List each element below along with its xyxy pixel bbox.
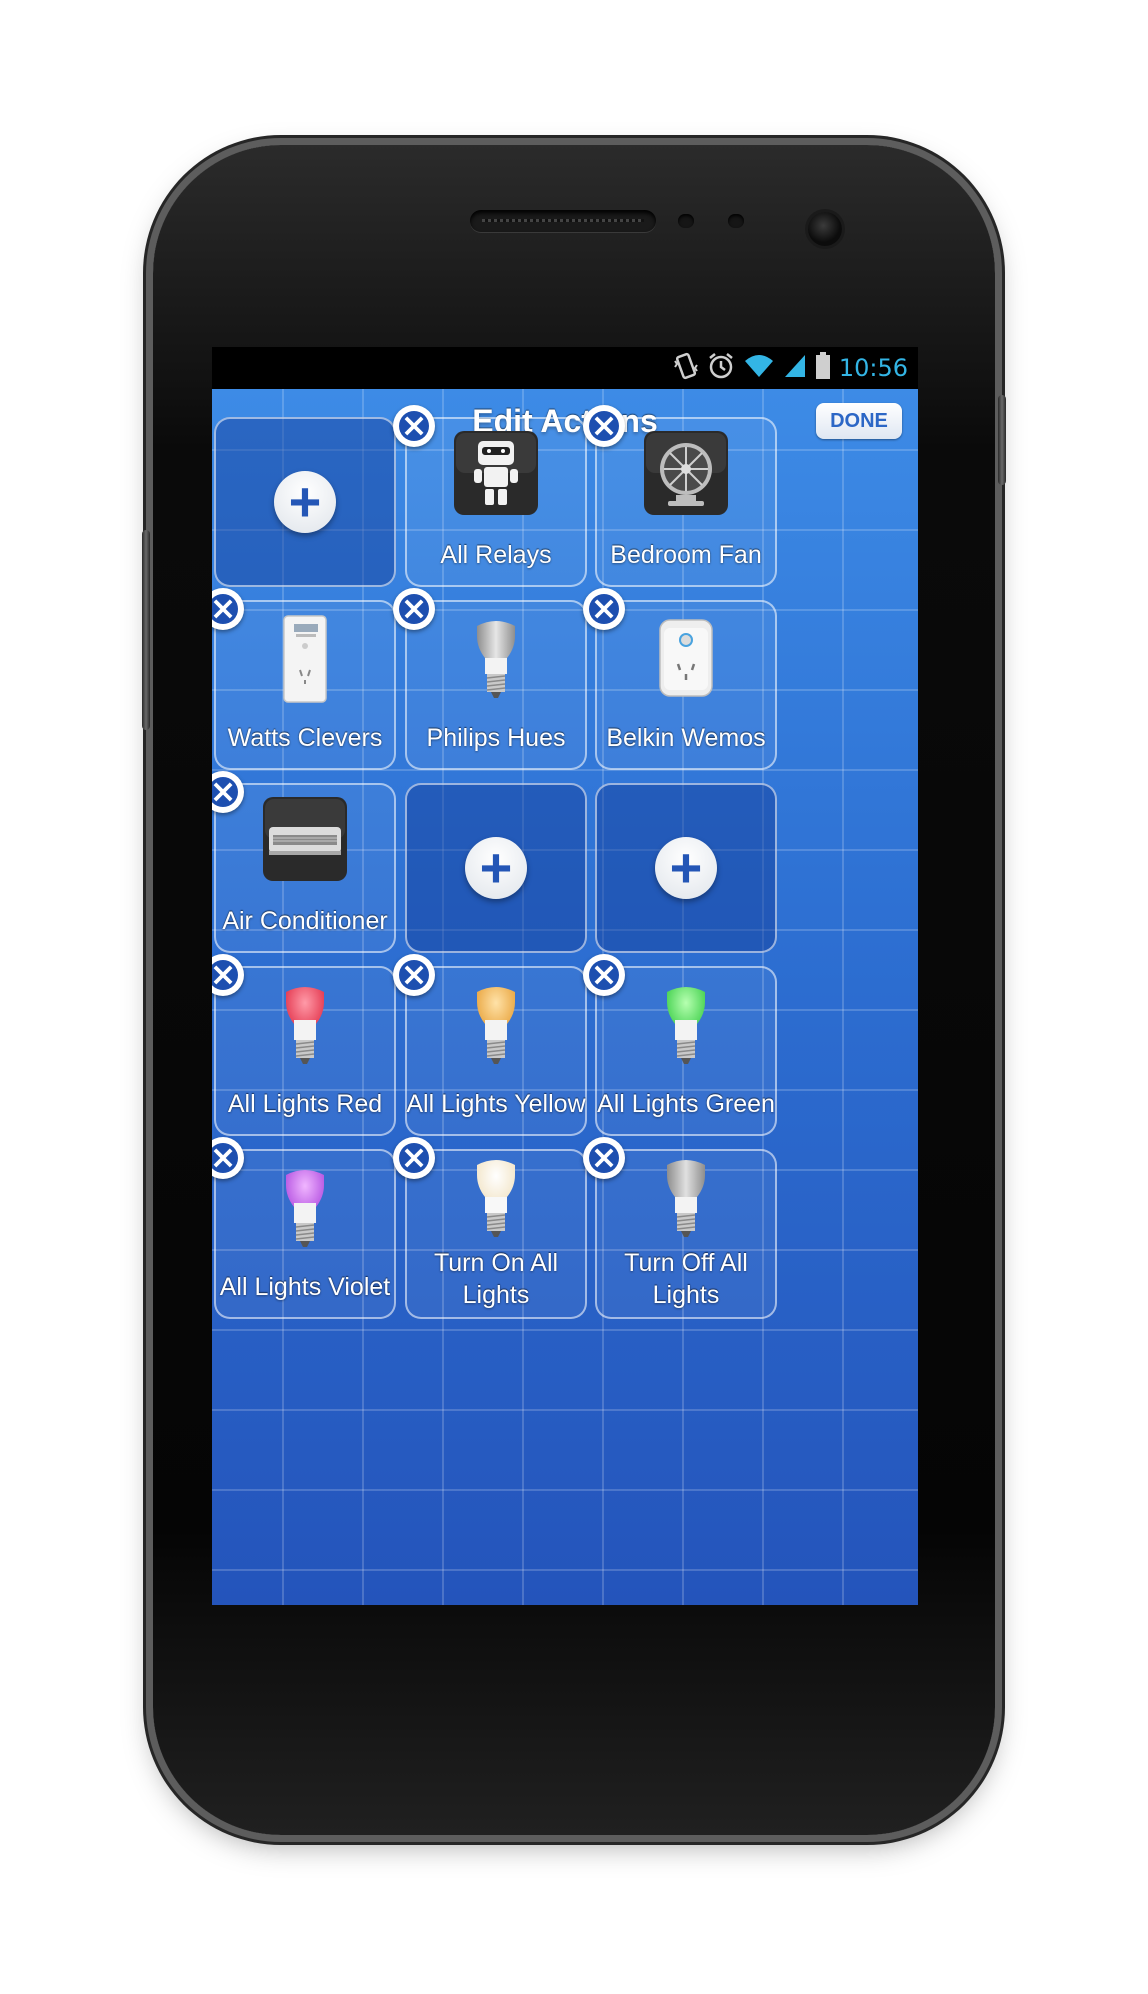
- action-tile-belkin-wemos[interactable]: Belkin Wemos: [583, 588, 777, 770]
- tile-label: Turn Off All Lights: [624, 1249, 748, 1309]
- add-action-tile[interactable]: +: [595, 783, 777, 953]
- action-tile-turn-on-all-lights[interactable]: Turn On All Lights: [393, 1137, 587, 1319]
- action-tile-all-lights-yellow[interactable]: All Lights Yellow: [393, 954, 587, 1136]
- action-tile-bedroom-fan[interactable]: Bedroom Fan: [583, 405, 777, 587]
- tile-label: Belkin Wemos: [606, 724, 766, 752]
- delete-icon[interactable]: [393, 954, 435, 996]
- add-action-tile[interactable]: +: [214, 417, 396, 587]
- delete-icon[interactable]: [212, 771, 244, 813]
- tile-label: Air Conditioner: [222, 907, 388, 935]
- power-button: [998, 395, 1006, 485]
- delete-icon[interactable]: [583, 1137, 625, 1179]
- air-conditioner-icon: [263, 797, 347, 886]
- action-tile-all-lights-violet[interactable]: All Lights Violet: [212, 1137, 396, 1319]
- earpiece-speaker: [470, 210, 656, 232]
- delete-icon[interactable]: [583, 588, 625, 630]
- action-tile-turn-off-all-lights[interactable]: Turn Off All Lights: [583, 1137, 777, 1319]
- alarm-icon: [707, 351, 735, 386]
- volume-button: [142, 530, 150, 730]
- tile-label: All Lights Red: [227, 1090, 383, 1118]
- add-icon[interactable]: +: [655, 837, 717, 899]
- delete-icon[interactable]: [212, 588, 244, 630]
- bulb-green-icon: [661, 984, 711, 1073]
- delete-icon[interactable]: [583, 405, 625, 447]
- delete-icon[interactable]: [583, 954, 625, 996]
- tile-label: Bedroom Fan: [610, 541, 762, 569]
- status-time: 10:56: [838, 354, 908, 382]
- bulb-icon: [471, 618, 521, 707]
- action-grid: + All Relays Bedroom Fan: [212, 389, 918, 1605]
- front-camera: [808, 212, 842, 246]
- light-sensor: [728, 214, 744, 228]
- add-icon[interactable]: +: [274, 471, 336, 533]
- screen: 10:56 Edit Actions DONE + All Relays: [212, 347, 918, 1605]
- delete-icon[interactable]: [393, 1137, 435, 1179]
- bulb-yellow-icon: [471, 984, 521, 1073]
- action-tile-all-lights-red[interactable]: All Lights Red: [212, 954, 396, 1136]
- tile-label: All Lights Green: [597, 1090, 775, 1118]
- bulb-red-icon: [280, 984, 330, 1073]
- delete-icon[interactable]: [212, 954, 244, 996]
- vibrate-icon: [673, 351, 699, 386]
- status-bar: 10:56: [212, 347, 918, 389]
- robot-icon: [454, 431, 538, 520]
- proximity-sensor: [678, 214, 694, 228]
- delete-icon[interactable]: [212, 1137, 244, 1179]
- battery-icon: [815, 351, 831, 385]
- tile-label: Watts Clevers: [227, 724, 383, 752]
- wemo-switch-icon: [656, 618, 716, 703]
- signal-icon: [783, 353, 807, 384]
- delete-icon[interactable]: [393, 405, 435, 447]
- action-tile-watts-clevers[interactable]: Watts Clevers: [212, 588, 396, 770]
- tile-label: Philips Hues: [426, 724, 566, 752]
- smart-plug-icon: [280, 614, 330, 709]
- fan-icon: [644, 431, 728, 520]
- action-tile-all-relays[interactable]: All Relays: [393, 405, 587, 587]
- bulb-off-icon: [661, 1157, 711, 1246]
- tile-label: All Lights Yellow: [406, 1090, 586, 1118]
- tile-label: Turn On All Lights: [433, 1249, 559, 1309]
- add-icon[interactable]: +: [465, 837, 527, 899]
- action-tile-all-lights-green[interactable]: All Lights Green: [583, 954, 777, 1136]
- add-action-tile[interactable]: +: [405, 783, 587, 953]
- delete-icon[interactable]: [393, 588, 435, 630]
- tile-label: All Relays: [440, 541, 552, 569]
- edit-actions-screen: Edit Actions DONE + All Relays Bedroom: [212, 389, 918, 1605]
- bulb-violet-icon: [280, 1167, 330, 1256]
- tile-label: All Lights Violet: [219, 1273, 391, 1301]
- action-tile-philips-hues[interactable]: Philips Hues: [393, 588, 587, 770]
- bulb-white-icon: [471, 1157, 521, 1246]
- action-tile-air-conditioner[interactable]: Air Conditioner: [212, 771, 396, 953]
- wifi-icon: [743, 353, 775, 384]
